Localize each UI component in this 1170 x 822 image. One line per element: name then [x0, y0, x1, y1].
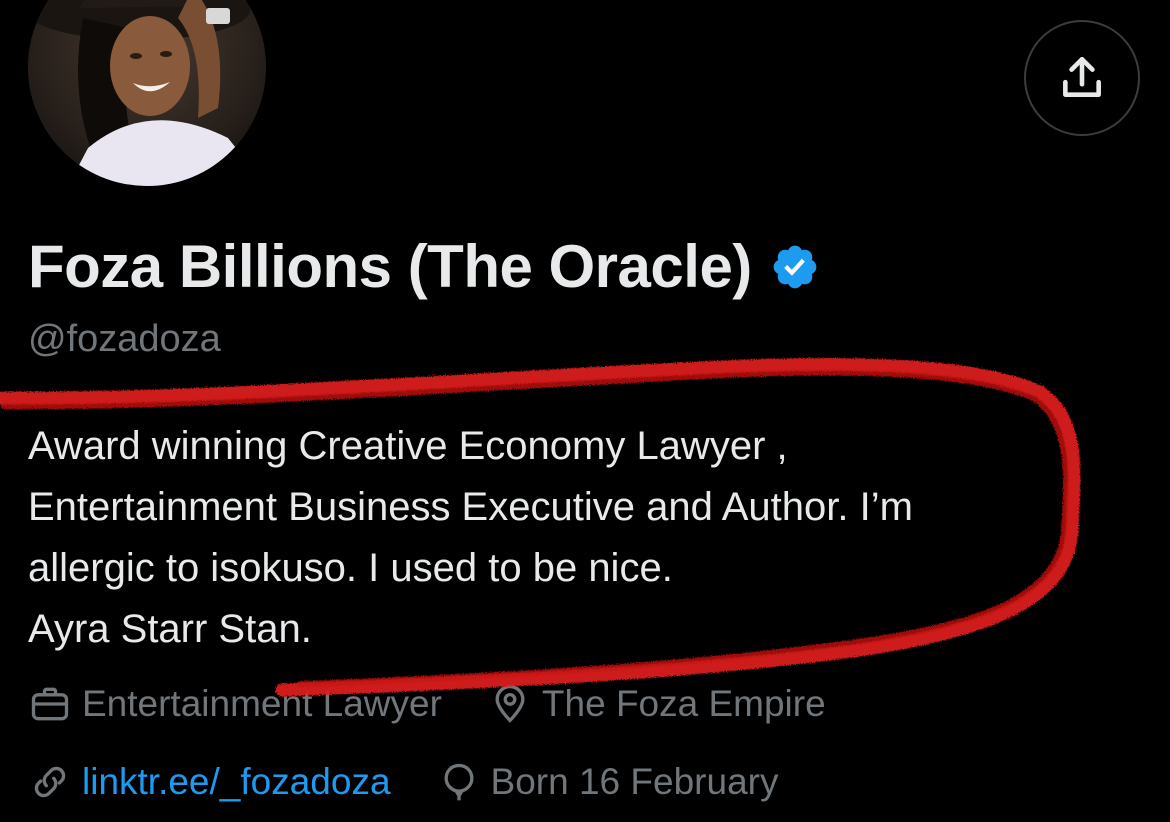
birthday-item: Born 16 February: [437, 760, 779, 804]
briefcase-icon: [31, 687, 69, 721]
balloon-icon: [444, 763, 474, 801]
website-link[interactable]: linktr.ee/_fozadoza: [82, 761, 391, 803]
share-upload-icon: [1063, 56, 1101, 97]
bio-line: Entertainment Business Executive and Aut…: [28, 485, 913, 529]
display-name: Foza Billions (The Oracle): [28, 233, 752, 300]
verified-badge-icon[interactable]: [770, 242, 820, 292]
link-icon: [34, 766, 66, 798]
profile-meta-row: linktr.ee/_fozadoza Born 16 February: [28, 760, 778, 804]
profile-name-row: Foza Billions (The Oracle): [28, 232, 820, 301]
birthday-text: Born 16 February: [490, 761, 779, 802]
profile-meta-row: Entertainment Lawyer The Foza Empire: [28, 682, 826, 726]
website-item[interactable]: linktr.ee/_fozadoza: [28, 760, 391, 804]
profile-bio: Award winning Creative Economy Lawyer , …: [28, 416, 1138, 660]
location-item: The Foza Empire: [488, 682, 826, 726]
bio-line: Award winning Creative Economy Lawyer ,: [28, 424, 788, 468]
profession-item: Entertainment Lawyer: [28, 682, 442, 726]
share-button[interactable]: [1024, 20, 1140, 136]
user-handle: @fozadoza: [28, 318, 221, 360]
avatar[interactable]: [28, 0, 266, 186]
profession-text: Entertainment Lawyer: [82, 683, 442, 724]
bio-line: allergic to isokuso. I used to be nice.: [28, 546, 673, 590]
location-pin-icon: [495, 684, 525, 723]
bio-line: Ayra Starr Stan.: [28, 607, 312, 651]
location-text: The Foza Empire: [541, 683, 826, 724]
